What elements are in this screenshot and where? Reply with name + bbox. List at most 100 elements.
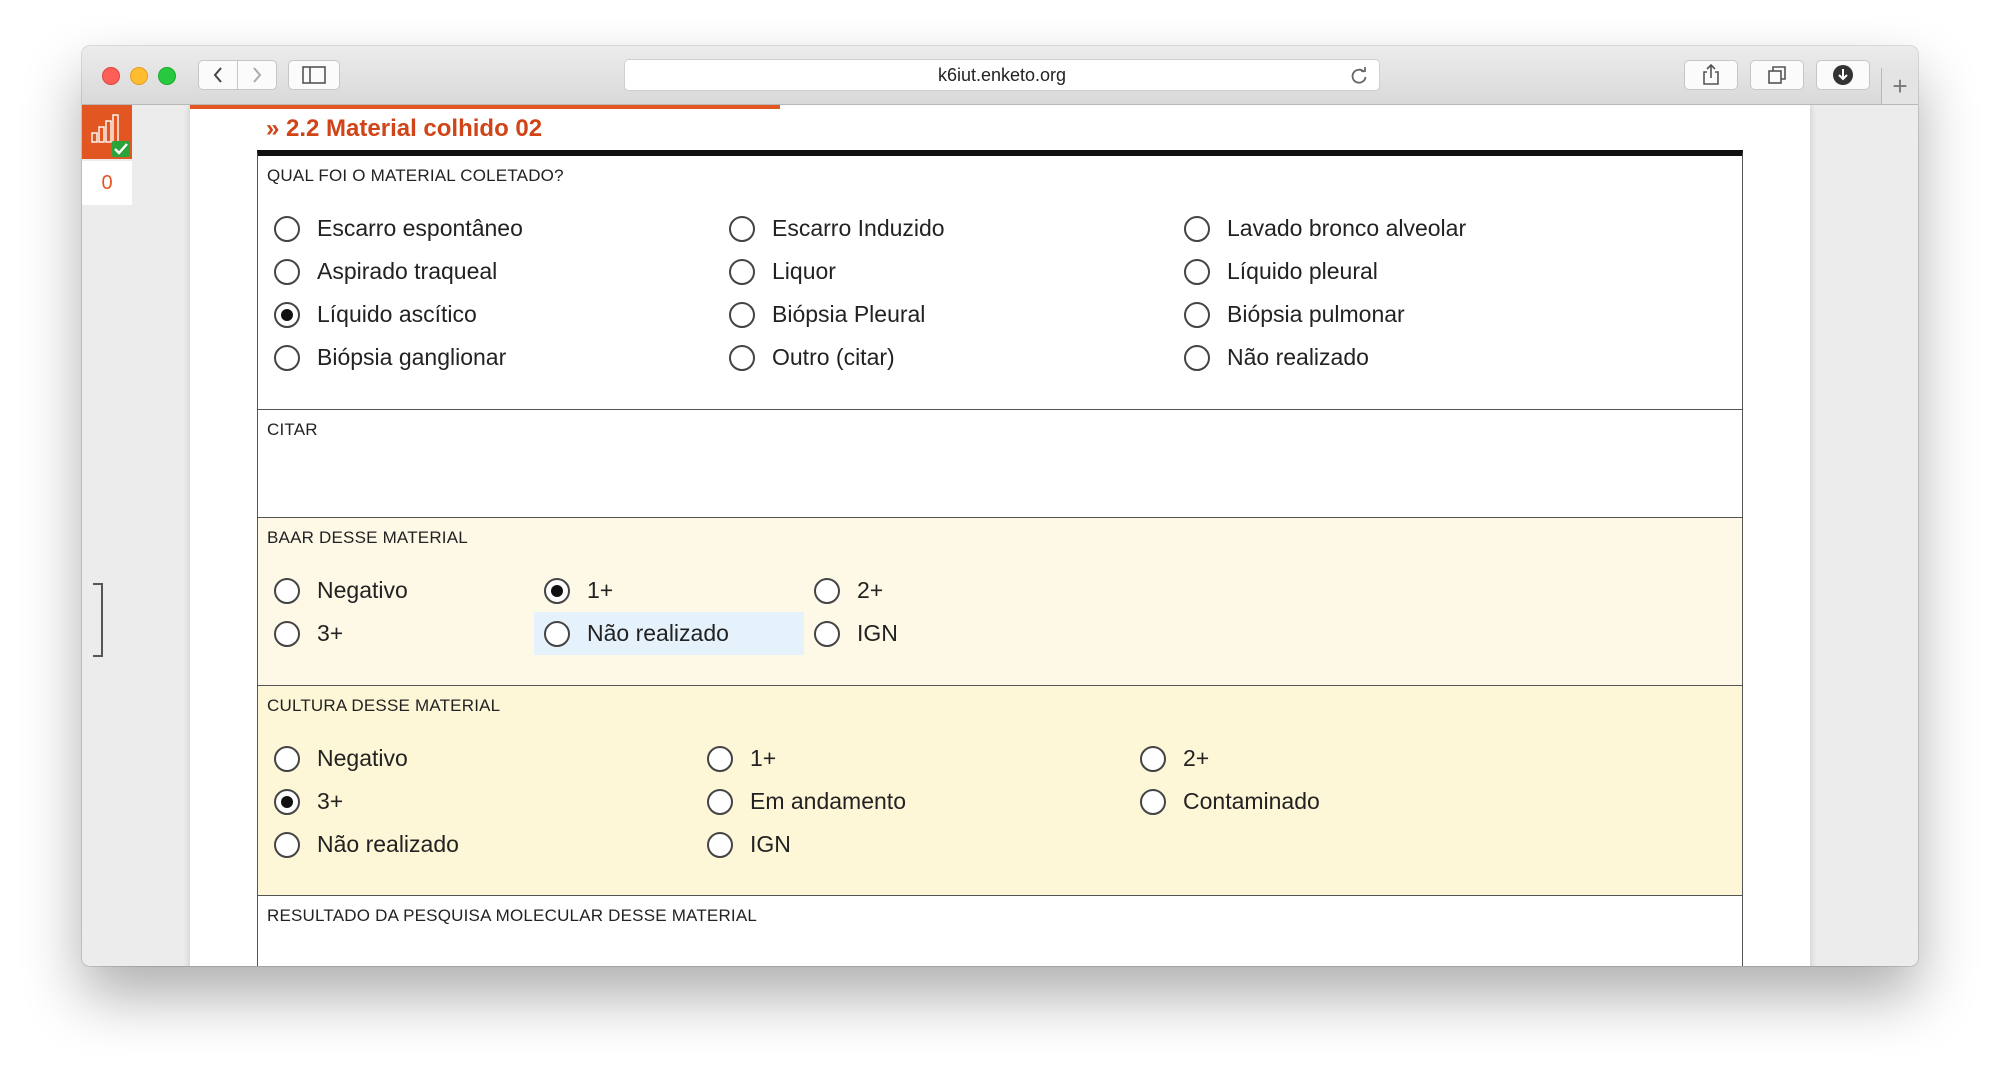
radio-option[interactable]: Escarro Induzido bbox=[729, 207, 1184, 250]
radio-option[interactable]: Não realizado bbox=[534, 612, 804, 655]
radio-button[interactable] bbox=[274, 301, 300, 328]
radio-option[interactable]: Aspirado traqueal bbox=[274, 250, 729, 293]
radio-option[interactable]: Não realizado bbox=[1184, 336, 1639, 379]
radio-button[interactable] bbox=[1140, 745, 1166, 772]
address-bar[interactable]: k6iut.enketo.org bbox=[624, 59, 1380, 91]
radio-option[interactable]: Líquido pleural bbox=[1184, 250, 1639, 293]
radio-button[interactable] bbox=[707, 788, 733, 815]
back-button[interactable] bbox=[198, 60, 238, 90]
radio-button[interactable] bbox=[274, 258, 300, 285]
radio-option-label: Negativo bbox=[317, 577, 408, 603]
radio-option-label: Não realizado bbox=[317, 831, 459, 857]
radio-option[interactable]: IGN bbox=[707, 823, 1140, 866]
radio-option[interactable]: 3+ bbox=[274, 780, 707, 823]
radio-button[interactable] bbox=[1184, 301, 1210, 328]
question-label: QUAL FOI O MATERIAL COLETADO? bbox=[267, 166, 564, 185]
radio-button[interactable] bbox=[274, 344, 300, 371]
radio-option[interactable]: Líquido ascítico bbox=[274, 293, 729, 336]
radio-button[interactable] bbox=[707, 745, 733, 772]
question-citar: CITAR bbox=[258, 410, 1742, 518]
option-group: Negativo 1+ 2+ 3+ Não realizado IGN bbox=[274, 569, 1084, 655]
radio-option[interactable]: Biópsia ganglionar bbox=[274, 336, 729, 379]
radio-option[interactable]: 1+ bbox=[544, 569, 814, 612]
url-text: k6iut.enketo.org bbox=[937, 64, 1067, 85]
radio-button[interactable] bbox=[1184, 258, 1210, 285]
section-title: » 2.2 Material colhido 02 bbox=[266, 115, 543, 142]
radio-option[interactable]: 3+ bbox=[274, 612, 544, 655]
radio-option-label: Líquido pleural bbox=[1227, 258, 1378, 284]
radio-option[interactable]: 2+ bbox=[814, 569, 1084, 612]
form-body: QUAL FOI O MATERIAL COLETADO? Escarro es… bbox=[257, 150, 1743, 966]
radio-button[interactable] bbox=[274, 215, 300, 242]
radio-button[interactable] bbox=[729, 258, 755, 285]
radio-option[interactable]: 1+ bbox=[707, 737, 1140, 780]
zoom-window-button[interactable] bbox=[158, 67, 176, 85]
side-handle[interactable] bbox=[93, 583, 103, 657]
radio-option-label: 1+ bbox=[587, 577, 614, 603]
radio-option[interactable]: Lavado bronco alveolar bbox=[1184, 207, 1639, 250]
radio-option-label: Líquido ascítico bbox=[317, 301, 477, 327]
radio-button[interactable] bbox=[814, 620, 840, 647]
radio-button[interactable] bbox=[1184, 215, 1210, 242]
radio-option[interactable]: Negativo bbox=[274, 569, 544, 612]
radio-option-label: Escarro Induzido bbox=[772, 215, 945, 241]
option-group: Escarro espontâneo Escarro Induzido Lavado… bbox=[274, 207, 1639, 379]
radio-button[interactable] bbox=[544, 577, 570, 604]
radio-button[interactable] bbox=[729, 215, 755, 242]
radio-option-label: 3+ bbox=[317, 788, 344, 814]
radio-option-label: Não realizado bbox=[1227, 344, 1369, 370]
radio-option-label: Biópsia pulmonar bbox=[1227, 301, 1405, 327]
radio-button[interactable] bbox=[1184, 344, 1210, 371]
radio-option[interactable]: Contaminado bbox=[1140, 780, 1573, 823]
radio-option-label: Outro (citar) bbox=[772, 344, 895, 370]
radio-button[interactable] bbox=[274, 745, 300, 772]
form-progress-bar bbox=[190, 105, 780, 109]
radio-option[interactable]: 2+ bbox=[1140, 737, 1573, 780]
chevron-right-icon bbox=[253, 67, 262, 83]
radio-option[interactable]: Biópsia pulmonar bbox=[1184, 293, 1639, 336]
radio-option-label: Não realizado bbox=[587, 620, 729, 646]
option-group: Negativo 1+ 2+ 3+ Em andamento Contaminado Não… bbox=[274, 737, 1573, 866]
citar-input[interactable] bbox=[267, 450, 1727, 506]
queue-count: 0 bbox=[82, 161, 132, 205]
question-label: CULTURA DESSE MATERIAL bbox=[267, 696, 501, 715]
reload-icon[interactable] bbox=[1349, 66, 1369, 86]
radio-button[interactable] bbox=[729, 301, 755, 328]
minimize-window-button[interactable] bbox=[130, 67, 148, 85]
question-baar: BAAR DESSE MATERIAL Negativo 1+ 2+ 3+ Não re… bbox=[258, 518, 1742, 686]
radio-option-label: Negativo bbox=[317, 745, 408, 771]
radio-button[interactable] bbox=[814, 577, 840, 604]
radio-button[interactable] bbox=[274, 577, 300, 604]
radio-button[interactable] bbox=[544, 620, 570, 647]
radio-button[interactable] bbox=[729, 344, 755, 371]
close-window-button[interactable] bbox=[102, 67, 120, 85]
radio-option[interactable]: Biópsia Pleural bbox=[729, 293, 1184, 336]
radio-option[interactable]: IGN bbox=[814, 612, 1084, 655]
radio-button[interactable] bbox=[274, 620, 300, 647]
tabs-overview-button[interactable] bbox=[1750, 60, 1804, 90]
web-content: 0 » 2.2 Material colhido 02 QUAL FOI O M… bbox=[82, 105, 1918, 966]
new-tab-button[interactable]: + bbox=[1881, 68, 1918, 104]
question-label: BAAR DESSE MATERIAL bbox=[267, 528, 468, 547]
radio-option[interactable]: Negativo bbox=[274, 737, 707, 780]
form-page: » 2.2 Material colhido 02 QUAL FOI O MAT… bbox=[190, 105, 1810, 966]
browser-toolbar: k6iut.enketo.org + bbox=[82, 46, 1918, 105]
radio-option[interactable]: Em andamento bbox=[707, 780, 1140, 823]
radio-option-label: Contaminado bbox=[1183, 788, 1320, 814]
radio-option[interactable]: Liquor bbox=[729, 250, 1184, 293]
radio-option[interactable]: Outro (citar) bbox=[729, 336, 1184, 379]
share-button[interactable] bbox=[1684, 60, 1738, 90]
question-material: QUAL FOI O MATERIAL COLETADO? Escarro es… bbox=[258, 156, 1742, 410]
radio-option[interactable]: Não realizado bbox=[274, 823, 707, 866]
radio-button[interactable] bbox=[274, 831, 300, 858]
forward-button[interactable] bbox=[237, 60, 277, 90]
downloads-button[interactable] bbox=[1816, 60, 1870, 90]
radio-button[interactable] bbox=[707, 831, 733, 858]
radio-option-label: Lavado bronco alveolar bbox=[1227, 215, 1467, 241]
radio-option-label: Liquor bbox=[772, 258, 836, 284]
radio-button[interactable] bbox=[1140, 788, 1166, 815]
radio-option[interactable]: Escarro espontâneo bbox=[274, 207, 729, 250]
radio-button[interactable] bbox=[274, 788, 300, 815]
offline-queue-button[interactable] bbox=[82, 105, 132, 159]
sidebar-toggle-button[interactable] bbox=[288, 60, 340, 90]
